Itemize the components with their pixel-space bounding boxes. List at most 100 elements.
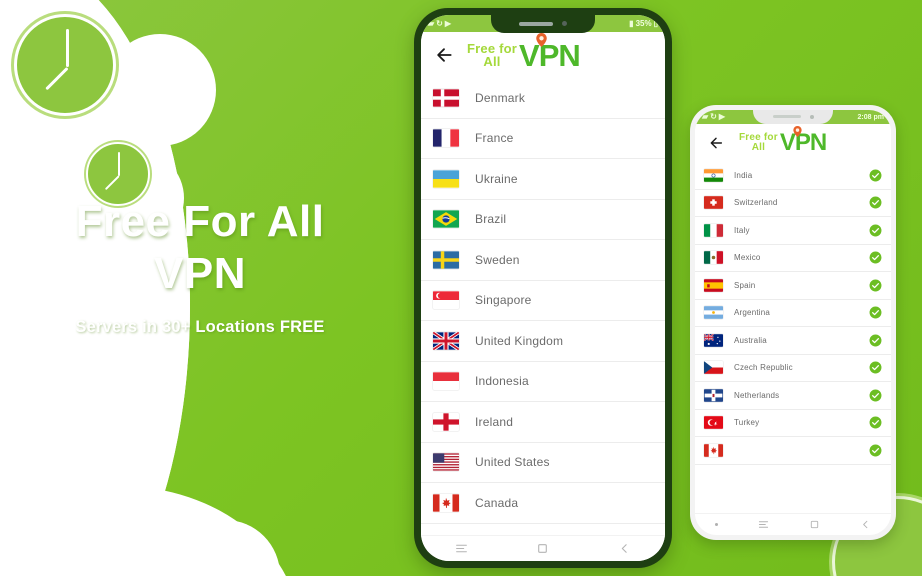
country-name-label: Singapore (475, 293, 532, 308)
country-row[interactable]: Sweden (421, 240, 665, 281)
country-row[interactable]: Brazil (421, 200, 665, 240)
country-row[interactable]: Netherlands (695, 382, 891, 410)
country-list-primary[interactable]: Denmark France Ukraine Brazil Sweden Singapor… (421, 78, 665, 535)
front-camera (562, 21, 567, 26)
logo-free-for-all: Free for All (739, 132, 778, 153)
signal-icon: ▰ (428, 18, 435, 28)
country-row[interactable]: Spain (695, 272, 891, 300)
singapore-flag-icon (433, 291, 459, 309)
logo-text-bottom: All (483, 54, 501, 69)
logo-text-vpn: VPN (780, 126, 827, 155)
check-circle-icon (869, 306, 882, 319)
country-name-label: Czech Republic (734, 363, 793, 373)
country-name-label: Mexico (734, 253, 761, 263)
logo-text-bottom: All (751, 142, 766, 153)
recents-icon[interactable] (455, 542, 468, 555)
promo-subtitle: Servers in 30+ Locations FREE (75, 317, 325, 336)
promo-text-block: Free For All VPN Servers in 30+ Location… (0, 196, 400, 337)
status-bar: ▰ ↻ ▶ 2:08 pm (695, 110, 891, 124)
decorative-cloud-bump (104, 34, 216, 146)
spain-flag-icon (704, 278, 723, 292)
status-bar-right-icons: 2:08 pm (858, 114, 884, 121)
arrow-left-icon (710, 137, 723, 149)
back-button[interactable] (431, 42, 457, 68)
check-circle-icon (869, 416, 882, 429)
check-circle-icon (869, 279, 882, 292)
country-row[interactable] (695, 437, 891, 465)
country-name-label: Switzerland (734, 198, 778, 208)
phone-screen: ▰ ↻ ▶ 2:08 pm Free for All VPN India Swi… (695, 110, 891, 535)
promo-title-line1: Free For All (75, 197, 325, 246)
country-name-label: France (475, 131, 514, 146)
country-row[interactable]: Denmark (421, 78, 665, 119)
country-name-label: Canada (475, 495, 519, 510)
phone-notch (491, 15, 595, 33)
home-icon[interactable] (536, 542, 549, 555)
logo-text-top: Free for (467, 40, 518, 56)
check-circle-icon (869, 361, 882, 374)
country-name-label: Italy (734, 225, 750, 235)
country-name-label: Indonesia (475, 374, 529, 389)
country-name-label: Brazil (475, 212, 507, 227)
country-row[interactable]: France (421, 119, 665, 159)
recents-icon[interactable] (758, 519, 769, 530)
check-circle-icon (869, 196, 882, 209)
app-logo: Free for All VPN (739, 126, 827, 155)
check-circle-icon (869, 389, 882, 402)
country-row[interactable]: Ireland (421, 402, 665, 443)
home-icon[interactable] (809, 519, 820, 530)
app-header: Free for All VPN (421, 32, 665, 78)
country-row[interactable]: Indonesia (421, 362, 665, 402)
check-circle-icon (869, 444, 882, 457)
back-icon[interactable] (860, 519, 871, 530)
country-row[interactable]: United States (421, 443, 665, 483)
ukraine-flag-icon (433, 170, 459, 188)
canada-flag-icon (704, 443, 723, 457)
sim-icon: ▮ (629, 18, 634, 28)
app-header: Free for All VPN (695, 124, 891, 162)
phone-mockup-primary: ▰ ↻ ▶ ▮ 35% ▯ Free for All VPN Denmark F… (414, 8, 672, 568)
logo-text-vpn: VPN (519, 32, 581, 71)
back-button[interactable] (703, 130, 729, 156)
country-row[interactable]: Australia (695, 327, 891, 355)
country-row[interactable]: Canada (421, 483, 665, 524)
status-bar-right-icons: ▮ 35% ▯ (629, 19, 658, 28)
signal-icon: ▰ (702, 112, 709, 121)
phone-notch (753, 110, 833, 124)
usa-flag-icon (433, 453, 459, 471)
country-row[interactable]: Switzerland (695, 190, 891, 217)
promo-title-line2: VPN (154, 248, 246, 298)
speaker-grille (519, 21, 553, 26)
check-circle-icon (869, 251, 882, 264)
country-row[interactable]: Ukraine (421, 159, 665, 200)
turkey-flag-icon (704, 416, 723, 430)
status-bar-time: 2:08 pm (857, 113, 884, 121)
country-name-label: Ukraine (475, 171, 518, 186)
country-row[interactable]: Singapore (421, 281, 665, 321)
switzerland-flag-icon (704, 196, 723, 210)
back-icon[interactable] (618, 542, 631, 555)
play-icon: ▶ (718, 112, 726, 121)
italy-flag-icon (704, 223, 723, 237)
android-navbar (695, 513, 891, 535)
country-row[interactable]: Argentina (695, 300, 891, 327)
nav-dot-indicator (715, 523, 718, 526)
country-name-label: Australia (734, 335, 767, 345)
check-circle-icon (869, 224, 882, 237)
country-row[interactable]: Turkey (695, 410, 891, 437)
android-navbar (421, 535, 665, 561)
ireland-flag-icon (433, 413, 459, 431)
mexico-flag-icon (704, 251, 723, 265)
clock-icon (14, 14, 116, 116)
battery-percent-label: 35% (635, 19, 652, 28)
country-name-label: United States (475, 455, 550, 470)
country-list-secondary[interactable]: India Switzerland Italy Mexico Spain Argentin… (695, 162, 891, 513)
country-row[interactable]: Mexico (695, 245, 891, 272)
arrow-left-icon (437, 48, 452, 62)
country-row[interactable]: Italy (695, 217, 891, 245)
country-row[interactable]: United Kingdom (421, 321, 665, 362)
country-row[interactable]: India (695, 162, 891, 190)
indonesia-flag-icon (433, 372, 459, 390)
country-row[interactable]: Czech Republic (695, 355, 891, 382)
sync-icon: ↻ (710, 112, 717, 121)
